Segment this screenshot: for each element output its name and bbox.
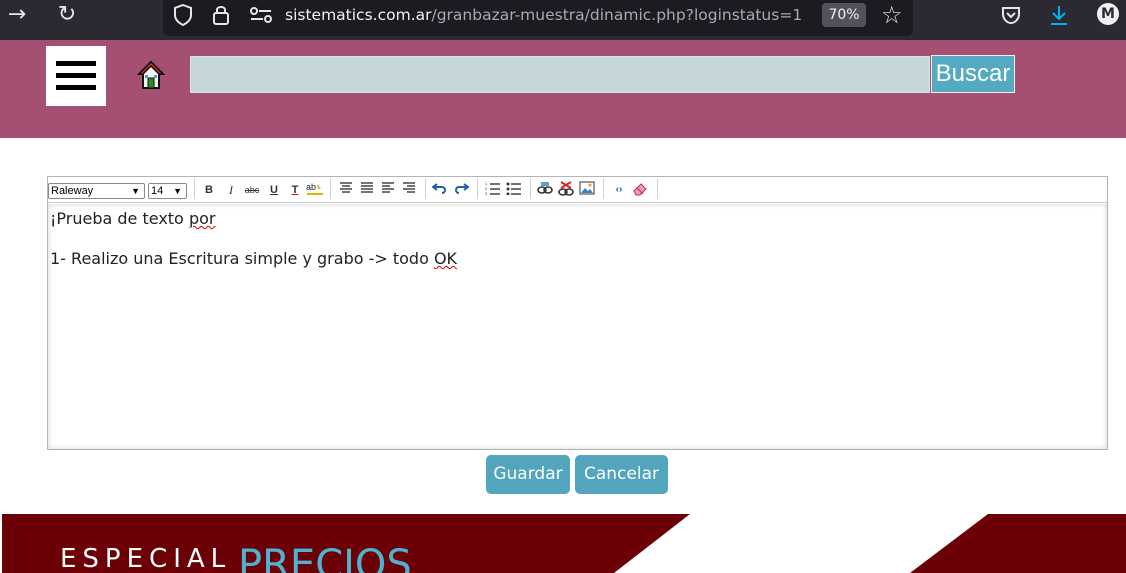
spelling-error-word: OK <box>433 249 458 268</box>
source-code-icon[interactable]: ‹› <box>610 181 628 199</box>
editor-paragraph-1: ¡Prueba de texto por <box>50 208 1105 230</box>
redo-icon[interactable] <box>452 181 470 199</box>
chevron-down-icon: ▼ <box>173 186 182 196</box>
url-domain: sistematics.com.ar <box>285 6 432 24</box>
unlink-icon[interactable] <box>557 181 575 199</box>
url-bar[interactable]: sistematics.com.ar/granbazar-muestra/din… <box>163 0 913 36</box>
banner-text-precios: PRECIOS <box>238 542 412 573</box>
italic-button[interactable]: I <box>222 181 240 199</box>
align-center-icon[interactable] <box>358 181 376 199</box>
shield-icon[interactable] <box>173 3 193 31</box>
editor-paragraph-2: 1- Realizo una Escritura simple y grabo … <box>50 248 1105 270</box>
unordered-list-icon[interactable] <box>505 181 523 199</box>
toolbar-divider <box>477 179 478 199</box>
font-family-select[interactable]: Raleway ▼ <box>48 183 145 199</box>
toolbar-divider <box>330 179 331 199</box>
text-color-button[interactable]: T <box>286 181 304 199</box>
eraser-icon[interactable] <box>631 181 649 199</box>
banner-text-especial: ESPECIAL <box>60 544 232 573</box>
reload-icon[interactable]: ↻ <box>54 0 80 32</box>
save-button[interactable]: Guardar <box>486 455 570 494</box>
bookmark-star-icon[interactable]: ☆ <box>881 1 903 29</box>
link-icon[interactable] <box>536 181 554 199</box>
toolbar-divider <box>603 179 604 199</box>
menu-bar-2 <box>56 73 96 78</box>
font-size-value: 14 <box>151 185 164 197</box>
page: → ↻ sistematics.com.ar/granbazar-muestra… <box>0 0 1126 573</box>
font-size-select[interactable]: 14 ▼ <box>148 183 187 199</box>
menu-bar-3 <box>56 85 96 90</box>
lock-icon[interactable] <box>211 4 231 31</box>
chevron-down-icon: ▼ <box>131 186 140 196</box>
promo-banner: ESPECIAL PRECIOS <box>2 514 1126 573</box>
paragraph-1-text: ¡Prueba de texto <box>50 209 189 228</box>
rich-text-editor: Raleway ▼ 14 ▼ B I abc U T ab 1 2 3 ‹› ¡… <box>47 176 1108 450</box>
editor-content-area[interactable]: ¡Prueba de texto por 1- Realizo una Escr… <box>48 204 1107 449</box>
toolbar-divider <box>425 179 426 199</box>
forward-icon[interactable]: → <box>4 0 30 32</box>
spellcheck-button[interactable]: ab <box>306 181 324 199</box>
url-text[interactable]: sistematics.com.ar/granbazar-muestra/din… <box>285 6 802 24</box>
font-family-value: Raleway <box>51 185 94 197</box>
zoom-level-badge[interactable]: 70% <box>822 3 866 27</box>
cancel-button[interactable]: Cancelar <box>575 455 668 494</box>
toolbar-divider <box>194 179 195 199</box>
spelling-error-word: por <box>188 209 216 228</box>
underline-button[interactable]: U <box>265 181 283 199</box>
search-input[interactable] <box>190 56 930 93</box>
align-right-icon[interactable] <box>400 181 418 199</box>
account-avatar[interactable]: M <box>1097 3 1119 25</box>
toolbar-divider <box>657 179 658 199</box>
paragraph-2-text: 1- Realizo una Escritura simple y grabo … <box>50 249 434 268</box>
bold-button[interactable]: B <box>200 181 218 199</box>
toolbar-divider <box>530 179 531 199</box>
image-icon[interactable] <box>578 181 596 199</box>
url-path: /granbazar-muestra/dinamic.php?loginstat… <box>431 6 803 24</box>
undo-icon[interactable] <box>431 181 449 199</box>
svg-text:3: 3 <box>485 191 488 195</box>
align-left-icon[interactable] <box>337 181 355 199</box>
hamburger-menu-button[interactable] <box>46 46 106 106</box>
site-header: Buscar <box>0 40 1126 138</box>
menu-bar-1 <box>56 61 96 66</box>
permissions-icon[interactable] <box>249 6 273 29</box>
strikethrough-button[interactable]: abc <box>243 181 261 199</box>
browser-toolbar: → ↻ sistematics.com.ar/granbazar-muestra… <box>0 0 1126 40</box>
pocket-icon[interactable] <box>999 2 1023 28</box>
download-icon[interactable] <box>1047 2 1071 28</box>
editor-toolbar: Raleway ▼ 14 ▼ B I abc U T ab 1 2 3 ‹› <box>48 177 1107 203</box>
svg-text:ab: ab <box>306 182 316 192</box>
home-icon[interactable] <box>136 60 166 90</box>
search-button[interactable]: Buscar <box>931 55 1015 93</box>
ordered-list-icon[interactable]: 123 <box>484 181 502 199</box>
align-justify-icon[interactable] <box>379 181 397 199</box>
